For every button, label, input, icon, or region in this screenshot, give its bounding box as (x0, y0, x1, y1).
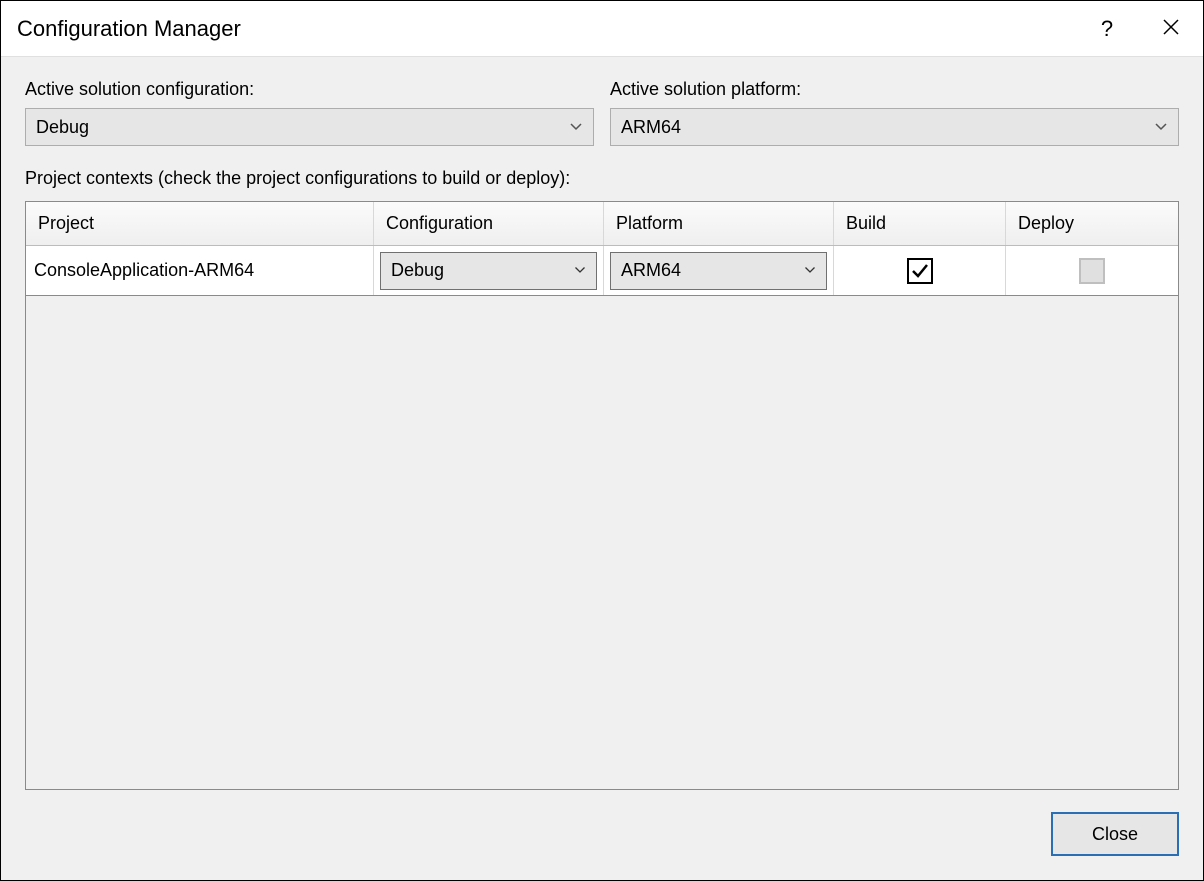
close-icon (1162, 16, 1180, 42)
configuration-manager-dialog: Configuration Manager ? Active solution … (0, 0, 1204, 881)
active-platform-value: ARM64 (621, 117, 681, 138)
active-platform-label: Active solution platform: (610, 79, 1179, 100)
dialog-title: Configuration Manager (17, 16, 241, 42)
close-button-label: Close (1092, 824, 1138, 845)
column-header-build[interactable]: Build (834, 202, 1006, 245)
close-window-button[interactable] (1139, 1, 1203, 56)
active-platform-group: Active solution platform: ARM64 (610, 79, 1179, 146)
dialog-footer: Close (25, 790, 1179, 856)
project-name-cell: ConsoleApplication-ARM64 (26, 246, 374, 295)
close-button[interactable]: Close (1051, 812, 1179, 856)
active-config-dropdown[interactable]: Debug (25, 108, 594, 146)
deploy-checkbox (1079, 258, 1105, 284)
dialog-content: Active solution configuration: Debug Act… (1, 57, 1203, 880)
column-header-project[interactable]: Project (26, 202, 374, 245)
table-row: ConsoleApplication-ARM64 Debug ARM64 (26, 246, 1178, 296)
build-checkbox[interactable] (907, 258, 933, 284)
active-config-label: Active solution configuration: (25, 79, 594, 100)
column-header-configuration[interactable]: Configuration (374, 202, 604, 245)
project-contexts-table: Project Configuration Platform Build Dep… (25, 201, 1179, 790)
chevron-down-icon (574, 264, 586, 278)
project-config-cell: Debug (374, 246, 604, 295)
project-platform-dropdown[interactable]: ARM64 (610, 252, 827, 290)
column-header-deploy[interactable]: Deploy (1006, 202, 1178, 245)
project-platform-cell: ARM64 (604, 246, 834, 295)
active-config-value: Debug (36, 117, 89, 138)
project-deploy-cell (1006, 246, 1178, 295)
project-build-cell (834, 246, 1006, 295)
chevron-down-icon (1154, 119, 1168, 135)
active-platform-dropdown[interactable]: ARM64 (610, 108, 1179, 146)
help-icon: ? (1101, 16, 1113, 42)
active-config-group: Active solution configuration: Debug (25, 79, 594, 146)
project-contexts-label: Project contexts (check the project conf… (25, 168, 1179, 189)
project-config-dropdown[interactable]: Debug (380, 252, 597, 290)
column-header-platform[interactable]: Platform (604, 202, 834, 245)
help-button[interactable]: ? (1075, 1, 1139, 56)
project-platform-value: ARM64 (621, 260, 681, 281)
titlebar: Configuration Manager ? (1, 1, 1203, 57)
chevron-down-icon (804, 264, 816, 278)
checkmark-icon (910, 261, 930, 281)
table-body: ConsoleApplication-ARM64 Debug ARM64 (26, 246, 1178, 789)
titlebar-controls: ? (1075, 1, 1203, 56)
project-config-value: Debug (391, 260, 444, 281)
solution-settings-row: Active solution configuration: Debug Act… (25, 79, 1179, 146)
chevron-down-icon (569, 119, 583, 135)
table-header-row: Project Configuration Platform Build Dep… (26, 202, 1178, 246)
